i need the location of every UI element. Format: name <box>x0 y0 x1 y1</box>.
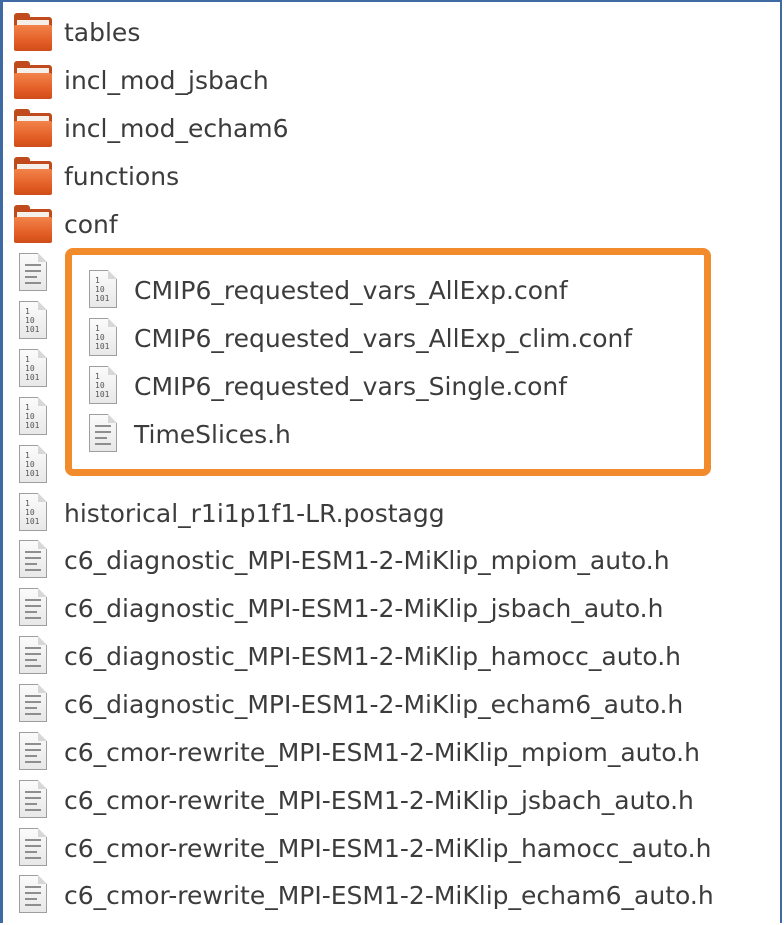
file-name: c6_diagnostic_MPI-ESM1-2-MiKlip_jsbach_a… <box>64 593 664 623</box>
file-name: incl_mod_echam6 <box>64 113 289 143</box>
highlighted-file[interactable]: 1 10 101 CMIP6_requested_vars_Single.conf <box>82 363 702 409</box>
list-item-file[interactable]: c6_diagnostic_MPI-ESM1-2-MiKlip_mpiom_au… <box>12 537 782 583</box>
text-file-icon <box>82 412 126 456</box>
highlighted-file[interactable]: 1 10 101 CMIP6_requested_vars_AllExp_clim.… <box>82 315 702 361</box>
text-file-icon <box>12 634 56 678</box>
file-name: CMIP6_requested_vars_AllExp_clim.conf <box>134 323 633 353</box>
binary-file-icon: 1 10 101 <box>82 268 126 312</box>
binary-file-icon: 1 10 101 <box>12 491 56 535</box>
list-item-folder[interactable]: incl_mod_echam6 <box>12 105 782 151</box>
folder-icon <box>12 58 56 102</box>
folder-icon <box>12 202 56 246</box>
file-name: c6_diagnostic_MPI-ESM1-2-MiKlip_echam6_a… <box>64 689 684 719</box>
binary-file-icon: 1 10 101 <box>82 316 126 360</box>
file-name: c6_cmor-rewrite_MPI-ESM1-2-MiKlip_echam6… <box>64 880 714 910</box>
list-item-file[interactable]: c6_cmor-rewrite_MPI-ESM1-2-MiKlip_echam6… <box>12 872 782 918</box>
text-file-icon <box>12 730 56 774</box>
highlighted-file[interactable]: 1 10 101 CMIP6_requested_vars_AllExp.conf <box>82 267 702 313</box>
text-file-icon <box>12 826 56 870</box>
list-item-folder[interactable]: conf <box>12 201 782 247</box>
file-name: TimeSlices.h <box>134 419 291 449</box>
list-item-file[interactable]: c6_cmor-rewrite_MPI-ESM1-2-MiKlip_jsbach… <box>12 777 782 823</box>
binary-file-icon: 1 10 101 <box>12 395 56 439</box>
highlight-box: 1 10 101 CMIP6_requested_vars_AllExp.conf … <box>65 248 711 476</box>
text-file-icon <box>12 586 56 630</box>
file-name: historical_r1i1p1f1-LR.postagg <box>64 498 445 528</box>
folder-icon <box>12 154 56 198</box>
highlighted-file[interactable]: TimeSlices.h <box>82 411 702 457</box>
file-name: c6_diagnostic_MPI-ESM1-2-MiKlip_mpiom_au… <box>64 545 670 575</box>
folder-icon <box>12 10 56 54</box>
file-name: conf <box>64 209 118 239</box>
list-item-file[interactable]: 1 10 101 historical_r1i1p1f1-LR.postagg <box>12 490 782 536</box>
file-name: c6_cmor-rewrite_MPI-ESM1-2-MiKlip_hamocc… <box>64 833 712 863</box>
text-file-icon <box>12 682 56 726</box>
folder-icon <box>12 106 56 150</box>
list-item-file[interactable]: c6_diagnostic_MPI-ESM1-2-MiKlip_jsbach_a… <box>12 585 782 631</box>
binary-file-icon: 1 10 101 <box>12 347 56 391</box>
list-item-folder[interactable]: functions <box>12 153 782 199</box>
file-name: c6_diagnostic_MPI-ESM1-2-MiKlip_hamocc_a… <box>64 641 682 671</box>
list-item-file[interactable]: c6_diagnostic_MPI-ESM1-2-MiKlip_echam6_a… <box>12 681 782 727</box>
text-file-icon <box>12 873 56 917</box>
list-item-file[interactable]: c6_cmor-rewrite_MPI-ESM1-2-MiKlip_hamocc… <box>12 825 782 871</box>
file-name: c6_cmor-rewrite_MPI-ESM1-2-MiKlip_jsbach… <box>64 785 694 815</box>
list-item-file[interactable]: c6_cmor-rewrite_MPI-ESM1-2-MiKlip_mpiom_… <box>12 729 782 775</box>
binary-file-icon: 1 10 101 <box>82 364 126 408</box>
file-name: functions <box>64 161 180 191</box>
file-name: incl_mod_jsbach <box>64 65 269 95</box>
file-name: c6_cmor-rewrite_MPI-ESM1-2-MiKlip_mpiom_… <box>64 737 700 767</box>
list-item-folder[interactable]: incl_mod_jsbach <box>12 57 782 103</box>
text-file-icon <box>12 251 56 295</box>
binary-file-icon: 1 10 101 <box>12 299 56 343</box>
file-name: CMIP6_requested_vars_AllExp.conf <box>134 275 568 305</box>
file-name: CMIP6_requested_vars_Single.conf <box>134 371 568 401</box>
text-file-icon <box>12 778 56 822</box>
list-item-file[interactable]: c6_diagnostic_MPI-ESM1-2-MiKlip_hamocc_a… <box>12 633 782 679</box>
text-file-icon <box>12 538 56 582</box>
binary-file-icon: 1 10 101 <box>12 443 56 487</box>
file-name: tables <box>64 17 141 47</box>
list-item-folder[interactable]: tables <box>12 9 782 55</box>
